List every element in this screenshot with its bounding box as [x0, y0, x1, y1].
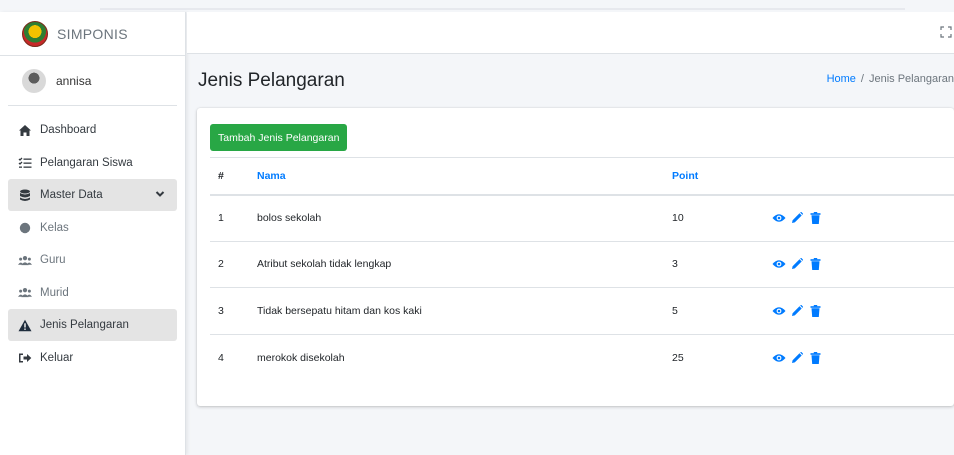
sidebar-item-pelangaran-siswa[interactable]: Pelangaran Siswa — [8, 147, 177, 179]
sign-out-icon — [18, 351, 32, 365]
divider — [100, 8, 905, 10]
avatar — [22, 68, 46, 93]
column-header-nama[interactable]: Nama — [257, 157, 672, 196]
eye-icon[interactable] — [772, 257, 786, 271]
cell-number: 3 — [210, 287, 257, 334]
sidebar-item-master-data[interactable]: Master Data — [8, 179, 177, 211]
sidebar-nav: Dashboard Pelangaran Siswa Master Data K… — [0, 106, 185, 374]
top-navbar — [187, 12, 954, 54]
sidebar-item-label: Jenis Pelangaran — [40, 319, 129, 331]
sidebar-item-label: Guru — [40, 254, 66, 266]
breadcrumb-home-link[interactable]: Home — [827, 73, 856, 85]
cell-nama: Tidak bersepatu hitam dan kos kaki — [257, 287, 672, 334]
breadcrumb: Home / Jenis Pelangaran — [827, 73, 954, 85]
column-header-point[interactable]: Point — [672, 157, 772, 196]
pencil-icon[interactable] — [790, 211, 804, 225]
trash-icon[interactable] — [808, 304, 822, 318]
table-row: 4 merokok disekolah 25 — [210, 333, 954, 381]
sidebar-item-label: Murid — [40, 286, 69, 299]
sidebar-item-kelas[interactable]: Kelas — [8, 212, 177, 244]
column-header-number: # — [210, 157, 257, 196]
sidebar-item-label: Kelas — [40, 221, 69, 234]
cell-nama: Atribut sekolah tidak lengkap — [257, 240, 672, 288]
main-content: Jenis Pelangaran Home / Jenis Pelangaran T… — [187, 12, 954, 455]
content-header: Jenis Pelangaran Home / Jenis Pelangaran — [187, 54, 954, 106]
cell-point: 5 — [672, 287, 772, 334]
database-icon — [18, 188, 32, 202]
cell-nama: bolos sekolah — [257, 194, 672, 241]
top-strip — [0, 0, 954, 12]
sidebar-item-label: Keluar — [40, 351, 74, 364]
trash-icon[interactable] — [808, 257, 822, 271]
table-header-row: # Nama Point — [210, 157, 954, 196]
sidebar-item-murid[interactable]: Murid — [8, 277, 177, 309]
cell-nama: merokok disekolah — [257, 333, 672, 381]
page-title: Jenis Pelangaran — [198, 70, 345, 91]
add-jenis-pelangaran-button[interactable]: Tambah Jenis Pelangaran — [210, 124, 348, 151]
circle-icon — [18, 221, 32, 235]
eye-icon[interactable] — [772, 211, 786, 225]
cell-number: 1 — [210, 194, 257, 241]
cell-actions — [772, 333, 954, 381]
chevron-down-icon — [155, 189, 165, 201]
sidebar-item-jenis-pelangaran[interactable]: Jenis Pelangaran — [8, 309, 177, 341]
eye-icon[interactable] — [772, 304, 786, 318]
eye-icon[interactable] — [772, 351, 786, 365]
brand-text: SIMPONIS — [57, 25, 128, 42]
trash-icon[interactable] — [808, 211, 822, 225]
users-icon — [18, 286, 32, 300]
cell-number: 2 — [210, 240, 257, 288]
list-check-icon — [18, 156, 32, 170]
brand-link[interactable]: SIMPONIS — [0, 12, 185, 56]
sidebar-item-label: Master Data — [40, 189, 103, 201]
expand-icon[interactable] — [940, 26, 952, 38]
trash-icon[interactable] — [808, 351, 822, 365]
cell-actions — [772, 194, 954, 241]
jenis-pelangaran-card: Tambah Jenis Pelangaran # Nama Point 1 b… — [197, 108, 954, 406]
cell-point: 10 — [672, 194, 772, 241]
table-row: 2 Atribut sekolah tidak lengkap 3 — [210, 240, 954, 288]
pencil-icon[interactable] — [790, 304, 804, 318]
sidebar-item-label: Dashboard — [40, 124, 97, 136]
users-icon — [18, 253, 32, 267]
sidebar-item-label: Pelangaran Siswa — [40, 156, 133, 169]
sidebar-item-guru[interactable]: Guru — [8, 244, 177, 276]
brand-logo — [22, 20, 48, 47]
user-panel[interactable]: annisa — [8, 56, 177, 106]
sidebar-item-dashboard[interactable]: Dashboard — [8, 114, 177, 146]
cell-point: 25 — [672, 333, 772, 381]
home-icon — [18, 123, 32, 137]
sidebar-item-keluar[interactable]: Keluar — [8, 342, 177, 374]
table-row: 3 Tidak bersepatu hitam dan kos kaki 5 — [210, 287, 954, 334]
cell-actions — [772, 287, 954, 334]
breadcrumb-separator: / — [860, 73, 864, 85]
user-name: annisa — [56, 73, 92, 88]
breadcrumb-current: Jenis Pelangaran — [868, 73, 954, 85]
cell-actions — [772, 240, 954, 288]
table-row: 1 bolos sekolah 10 — [210, 194, 954, 241]
warning-icon — [18, 318, 32, 332]
pencil-icon[interactable] — [790, 351, 804, 365]
column-header-actions — [772, 157, 954, 196]
cell-point: 3 — [672, 240, 772, 288]
pencil-icon[interactable] — [790, 257, 804, 271]
sidebar: SIMPONIS annisa Dashboard Pelangaran Sis… — [0, 12, 186, 455]
cell-number: 4 — [210, 333, 257, 381]
jenis-pelangaran-table: # Nama Point 1 bolos sekolah 10 2 Atribu… — [210, 157, 954, 381]
